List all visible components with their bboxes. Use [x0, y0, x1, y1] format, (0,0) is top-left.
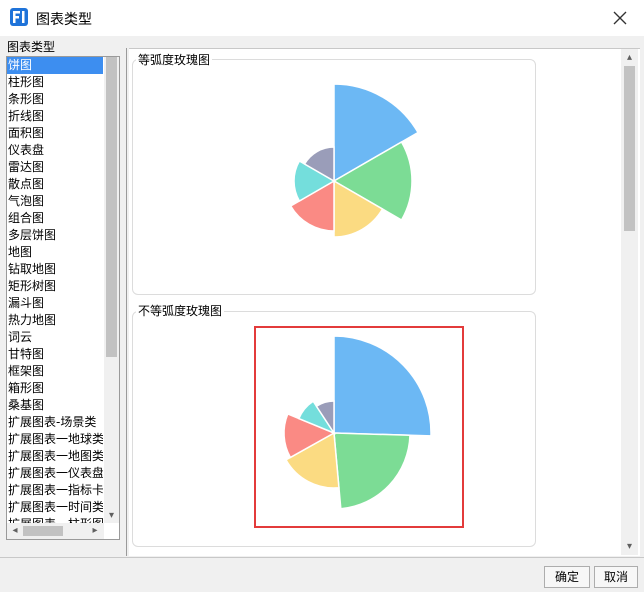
panel-divider — [126, 48, 127, 556]
chart-type-item[interactable]: 地图 — [7, 244, 103, 261]
chart-type-item[interactable]: 词云 — [7, 329, 103, 346]
chart-type-item[interactable]: 折线图 — [7, 108, 103, 125]
chart-type-item[interactable]: 仪表盘 — [7, 142, 103, 159]
chart-type-item[interactable]: 箱形图 — [7, 380, 103, 397]
chart-type-item[interactable]: 多层饼图 — [7, 227, 103, 244]
chart-type-item[interactable]: 散点图 — [7, 176, 103, 193]
title-bar: 图表类型 — [0, 0, 644, 36]
chart-type-item[interactable]: 扩展图表一指标卡 — [7, 482, 103, 499]
chart-type-list[interactable]: 饼图 柱形图 条形图 折线图 面积图 仪表盘 雷达图 散点图 气泡图 组合图 多层饼图 地图 钻取地图矩… — [6, 56, 120, 540]
chart-type-group-label: 图表类型 — [7, 40, 56, 54]
chart-type-item[interactable]: 扩展图表一地球类 — [7, 431, 103, 448]
chart-preview-panel: 等弧度玫瑰图 不等弧度玫瑰图 ▴ ▾ — [129, 48, 640, 556]
chart-type-item[interactable]: 甘特图 — [7, 346, 103, 363]
chart-type-item[interactable]: 钻取地图 — [7, 261, 103, 278]
chart-type-item[interactable]: 条形图 — [7, 91, 103, 108]
scroll-down-icon[interactable]: ▾ — [621, 538, 638, 555]
chart-type-item[interactable]: 桑基图 — [7, 397, 103, 414]
chart-type-item[interactable]: 热力地图 — [7, 312, 103, 329]
chart-type-item[interactable]: 组合图 — [7, 210, 103, 227]
chart-type-item[interactable]: 柱形图 — [7, 74, 103, 91]
preview-vertical-scroll-thumb[interactable] — [624, 66, 635, 231]
scroll-right-icon[interactable]: ▸ — [87, 523, 103, 539]
chart-type-items: 饼图 柱形图 条形图 折线图 面积图 仪表盘 雷达图 散点图 气泡图 组合图 多层饼图 地图 钻取地图矩… — [7, 57, 103, 539]
list-horizontal-scroll-thumb[interactable] — [23, 526, 63, 536]
list-vertical-scroll-thumb[interactable] — [106, 57, 117, 357]
app-logo-icon — [10, 8, 28, 26]
selected-variant-highlight — [254, 326, 464, 528]
chart-type-item[interactable]: 扩展图表一地图类 — [7, 448, 103, 465]
scroll-up-icon[interactable]: ▴ — [621, 49, 638, 66]
chart-type-item[interactable]: 框架图 — [7, 363, 103, 380]
scroll-left-icon[interactable]: ◂ — [7, 523, 23, 539]
chart-type-item[interactable]: 漏斗图 — [7, 295, 103, 312]
chart-type-item[interactable]: 饼图 — [7, 57, 103, 74]
list-horizontal-scrollbar[interactable]: ◂ ▸ — [7, 523, 104, 539]
chart-type-item[interactable]: 气泡图 — [7, 193, 103, 210]
scroll-down-icon[interactable]: ▾ — [104, 508, 119, 523]
close-icon[interactable] — [608, 6, 632, 30]
chart-type-item[interactable]: 雷达图 — [7, 159, 103, 176]
bottom-separator — [0, 557, 644, 558]
chart-type-item[interactable]: 扩展图表一时间类 — [7, 499, 103, 516]
ok-button[interactable]: 确定 — [544, 566, 590, 588]
list-vertical-scrollbar[interactable]: ▾ — [104, 57, 119, 523]
chart-type-item[interactable]: 面积图 — [7, 125, 103, 142]
chart-type-item[interactable]: 扩展图表-场景类 — [7, 414, 103, 431]
preview-vertical-scrollbar[interactable]: ▴ ▾ — [621, 49, 638, 555]
window-title: 图表类型 — [36, 12, 92, 28]
chart-type-item[interactable]: 矩形树图 — [7, 278, 103, 295]
cancel-button[interactable]: 取消 — [594, 566, 638, 588]
chart-type-item[interactable]: 扩展图表一仪表盘 — [7, 465, 103, 482]
